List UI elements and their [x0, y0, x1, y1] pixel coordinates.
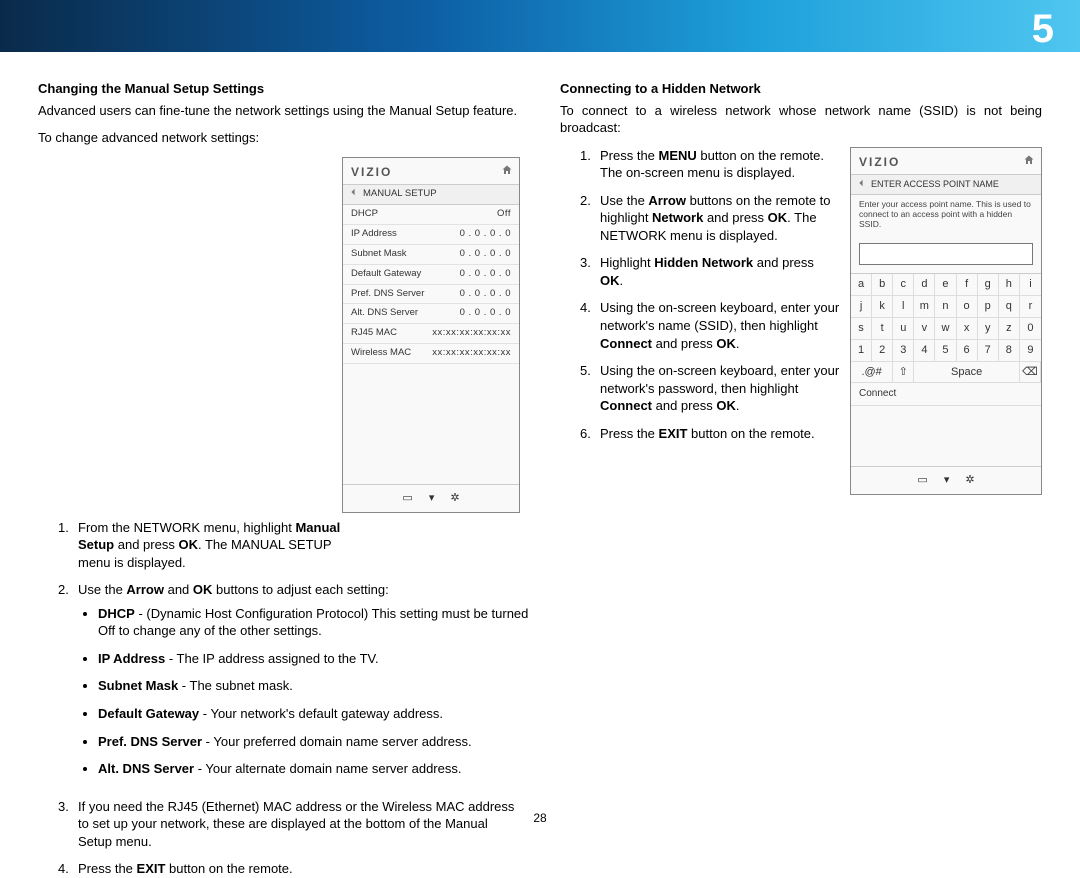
r-step-1: 1. Press the MENU button on the remote. … [580, 147, 840, 182]
key-shift[interactable]: ⇧ [893, 362, 914, 384]
bullet-pref-dns: Pref. DNS Server - Your preferred domain… [98, 733, 538, 751]
menu-row: Subnet Mask0 . 0 . 0 . 0 [343, 245, 519, 265]
step-4: 4. Press the EXIT button on the remote. [58, 860, 520, 878]
tv-footer-icons: ▭ ▾ ✲ [343, 484, 519, 512]
page-number: 28 [0, 810, 1080, 826]
menu-row: RJ45 MACxx:xx:xx:xx:xx:xx [343, 324, 519, 344]
menu-row: Pref. DNS Server0 . 0 . 0 . 0 [343, 285, 519, 305]
ssid-textbox[interactable] [859, 243, 1033, 265]
onscreen-keyboard-figure: VIZIO ENTER ACCESS POINT NAME Enter your… [850, 147, 1042, 495]
key[interactable]: 0 [1020, 318, 1041, 340]
tv-crumb: MANUAL SETUP [363, 188, 437, 201]
gear-icon: ✲ [450, 491, 459, 506]
key[interactable]: 3 [893, 340, 914, 362]
ossk-crumb: ENTER ACCESS POINT NAME [871, 178, 999, 190]
key[interactable]: f [957, 274, 978, 296]
keyboard: abcdefghi jklmnopqr stuvwxyz0 123456789 … [851, 273, 1041, 383]
key[interactable]: b [872, 274, 893, 296]
key[interactable]: o [957, 296, 978, 318]
key[interactable]: i [1020, 274, 1041, 296]
left-heading: Changing the Manual Setup Settings [38, 80, 520, 98]
step-1: 1. From the NETWORK menu, highlight Manu… [58, 519, 348, 572]
key[interactable]: k [872, 296, 893, 318]
header-band [0, 0, 1080, 52]
left-intro: Advanced users can fine-tune the network… [38, 102, 520, 120]
key[interactable]: 1 [851, 340, 872, 362]
menu-row: IP Address0 . 0 . 0 . 0 [343, 225, 519, 245]
key[interactable]: m [914, 296, 935, 318]
key[interactable]: x [957, 318, 978, 340]
home-icon [501, 164, 513, 181]
key-symbols[interactable]: .@# [851, 362, 893, 384]
bullet-gateway: Default Gateway - Your network's default… [98, 705, 538, 723]
key[interactable]: a [851, 274, 872, 296]
tv-menu: VIZIO MANUAL SETUP DHCPOff IP Address0 .… [342, 157, 520, 513]
key[interactable]: d [914, 274, 935, 296]
menu-row: DHCPOff [343, 205, 519, 225]
key[interactable]: z [999, 318, 1020, 340]
ossk-hint: Enter your access point name. This is us… [851, 195, 1041, 238]
bullet-subnet: Subnet Mask - The subnet mask. [98, 677, 538, 695]
tv-brand: VIZIO [351, 164, 392, 180]
key[interactable]: t [872, 318, 893, 340]
ossk-footer-icons: ▭ ▾ ✲ [851, 466, 1041, 494]
bullet-dhcp: DHCP - (Dynamic Host Configuration Proto… [98, 605, 538, 640]
key[interactable]: 5 [935, 340, 956, 362]
key[interactable]: j [851, 296, 872, 318]
home-icon [1023, 154, 1035, 171]
key[interactable]: r [1020, 296, 1041, 318]
key[interactable]: q [999, 296, 1020, 318]
left-lead: To change advanced network settings: [38, 129, 520, 147]
key[interactable]: 2 [872, 340, 893, 362]
menu-row: Default Gateway0 . 0 . 0 . 0 [343, 265, 519, 285]
key[interactable]: 7 [978, 340, 999, 362]
right-intro: To connect to a wireless network whose n… [560, 102, 1042, 137]
right-column: Connecting to a Hidden Network To connec… [560, 80, 1042, 804]
key[interactable]: c [893, 274, 914, 296]
key[interactable]: s [851, 318, 872, 340]
key[interactable]: u [893, 318, 914, 340]
key[interactable]: 9 [1020, 340, 1041, 362]
left-column: Changing the Manual Setup Settings Advan… [38, 80, 520, 804]
key[interactable]: 8 [999, 340, 1020, 362]
key[interactable]: p [978, 296, 999, 318]
right-heading: Connecting to a Hidden Network [560, 80, 1042, 98]
key[interactable]: w [935, 318, 956, 340]
key-backspace[interactable]: ⌫ [1020, 362, 1041, 384]
content-columns: Changing the Manual Setup Settings Advan… [38, 80, 1042, 804]
key[interactable]: n [935, 296, 956, 318]
chapter-number: 5 [1032, 2, 1054, 56]
key[interactable]: h [999, 274, 1020, 296]
back-icon [349, 188, 357, 201]
manual-setup-menu-figure: VIZIO MANUAL SETUP DHCPOff IP Address0 .… [342, 157, 520, 513]
key[interactable]: 6 [957, 340, 978, 362]
r-step-4: 4. Using the on-screen keyboard, enter y… [580, 299, 840, 352]
ossk: VIZIO ENTER ACCESS POINT NAME Enter your… [850, 147, 1042, 495]
menu-row: Wireless MACxx:xx:xx:xx:xx:xx [343, 344, 519, 364]
r-step-5: 5. Using the on-screen keyboard, enter y… [580, 362, 840, 415]
down-v-icon: ▾ [944, 473, 950, 488]
back-icon [857, 178, 865, 190]
key[interactable]: v [914, 318, 935, 340]
r-step-2: 2. Use the Arrow buttons on the remote t… [580, 192, 840, 245]
key[interactable]: l [893, 296, 914, 318]
wide-icon: ▭ [917, 473, 927, 488]
key[interactable]: y [978, 318, 999, 340]
r-step-6: 6. Press the EXIT button on the remote. [580, 425, 840, 443]
key[interactable]: 4 [914, 340, 935, 362]
down-v-icon: ▾ [429, 491, 435, 506]
wide-icon: ▭ [402, 491, 412, 506]
ossk-brand: VIZIO [859, 154, 900, 170]
menu-row: Alt. DNS Server0 . 0 . 0 . 0 [343, 304, 519, 324]
gear-icon: ✲ [965, 473, 974, 488]
key-space[interactable]: Space [914, 362, 1020, 384]
key[interactable]: g [978, 274, 999, 296]
connect-button[interactable]: Connect [851, 383, 1041, 406]
bullet-ip: IP Address - The IP address assigned to … [98, 650, 538, 668]
bullet-alt-dns: Alt. DNS Server - Your alternate domain … [98, 760, 538, 778]
key[interactable]: e [935, 274, 956, 296]
r-step-3: 3. Highlight Hidden Network and press OK… [580, 254, 840, 289]
step-2: 2. Use the Arrow and OK buttons to adjus… [58, 581, 348, 787]
